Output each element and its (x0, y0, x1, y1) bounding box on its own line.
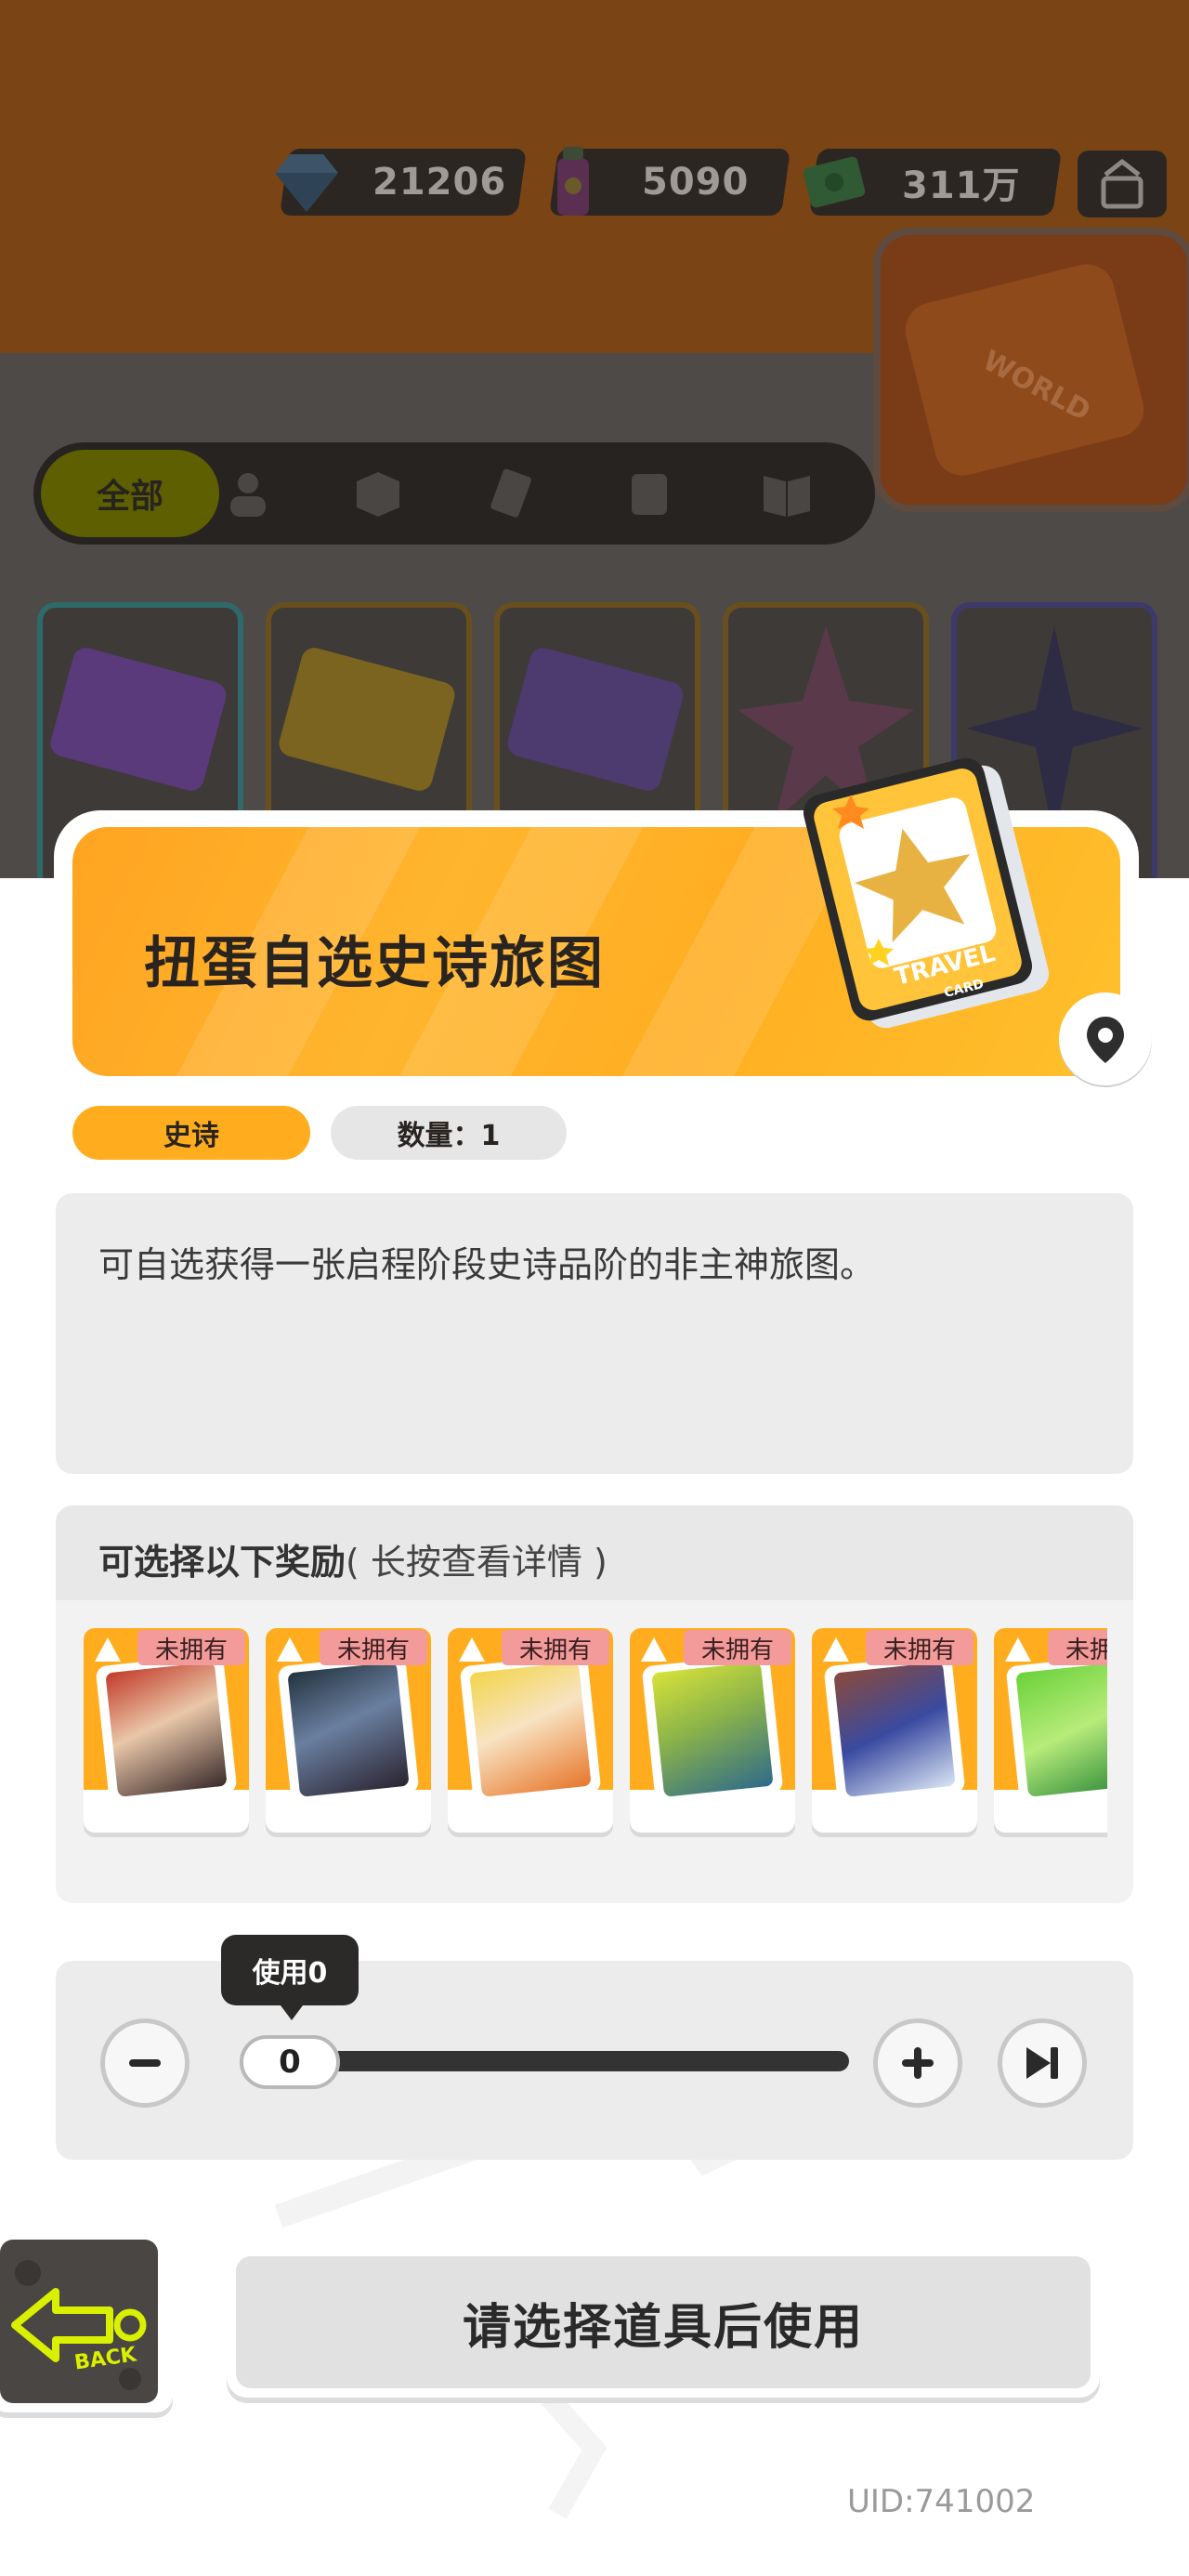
spray-count: 5090 (642, 161, 750, 204)
skip-to-end-icon (1026, 2047, 1058, 2079)
reward-card[interactable]: 未拥有 (448, 1628, 613, 1833)
reward-card[interactable]: 未拥有 (84, 1628, 249, 1833)
book-icon[interactable] (758, 465, 816, 522)
back-arrow-icon (11, 2260, 147, 2390)
plus-icon (902, 2047, 934, 2079)
not-owned-tag: 未拥有 (320, 1630, 427, 1665)
card-corner-icon (277, 1637, 303, 1662)
slider-tooltip: 使用0 (221, 1935, 359, 2020)
character-portrait (651, 1662, 774, 1797)
world-bag-icon[interactable]: WORLD (873, 228, 1189, 512)
card-icon[interactable] (483, 465, 541, 522)
card-corner-icon (1005, 1637, 1031, 1662)
currency-diamond[interactable]: 21206 (275, 149, 528, 216)
rarity-badge: 史诗 (72, 1106, 310, 1160)
reward-list: 未拥有 未拥有 未拥有 未拥有 未拥有 未拥 (84, 1628, 1107, 1851)
cash-count: 311万 (902, 164, 1021, 207)
reward-card[interactable]: 未拥有 (812, 1628, 977, 1833)
rewards-panel: 可选择以下奖励( 长按查看详情 ) 未拥有 未拥有 未拥有 未拥有 未拥有 未拥 (56, 1505, 1133, 1903)
card-corner-icon (641, 1637, 667, 1662)
rewards-title: 可选择以下奖励 (98, 1542, 346, 1583)
card-corner-icon (459, 1637, 485, 1662)
reward-card[interactable]: 未拥有 (994, 1628, 1107, 1833)
card-corner-icon (823, 1637, 849, 1662)
character-portrait (833, 1662, 956, 1797)
character-portrait (1015, 1662, 1107, 1797)
gift-box-icon (1101, 158, 1143, 209)
cash-icon (803, 156, 866, 208)
max-button[interactable] (998, 2018, 1087, 2108)
character-portrait (469, 1662, 592, 1797)
not-owned-tag: 未拥有 (502, 1630, 609, 1665)
tab-all[interactable]: 全部 (41, 450, 219, 537)
character-portrait (105, 1662, 228, 1797)
reward-card[interactable]: 未拥有 (266, 1628, 431, 1833)
not-owned-tag: 未拥有 (1048, 1630, 1107, 1665)
not-owned-tag: 未拥有 (866, 1630, 973, 1665)
rewards-hint: ( 长按查看详情 ) (346, 1542, 608, 1583)
travel-card-icon: TRAVEL CARD (786, 753, 1055, 1050)
back-button[interactable]: BACK (0, 2230, 173, 2412)
location-pin-icon (1087, 1017, 1124, 1063)
user-id: UID:741002 (847, 2483, 1036, 2520)
spray-can-icon (557, 147, 589, 216)
gift-box-button[interactable] (1078, 151, 1167, 217)
rewards-header: 可选择以下奖励( 长按查看详情 ) (56, 1505, 1133, 1600)
person-icon[interactable] (219, 465, 277, 522)
diamond-count: 21206 (372, 161, 507, 204)
character-portrait (287, 1662, 410, 1797)
currency-cash[interactable]: 311万 (803, 149, 1063, 216)
location-button[interactable] (1059, 992, 1152, 1085)
currency-spray[interactable]: 5090 (548, 147, 791, 216)
photo-card-icon[interactable] (621, 465, 678, 522)
reward-card[interactable]: 未拥有 (630, 1628, 795, 1833)
use-item-label: 请选择道具后使用 (236, 2256, 1091, 2388)
card-corner-icon (95, 1637, 121, 1662)
use-item-button[interactable]: 请选择道具后使用 (227, 2247, 1100, 2398)
item-description: 可自选获得一张启程阶段史诗品阶的非主神旅图。 (98, 1244, 876, 1285)
quantity-slider-handle[interactable]: 0 (240, 2035, 340, 2089)
minus-icon (129, 2059, 161, 2067)
quantity-slider-track[interactable] (269, 2051, 849, 2071)
quantity-badge: 数量：1 (331, 1106, 567, 1160)
item-title: 扭蛋自选史诗旅图 (144, 931, 605, 996)
description-panel: 可自选获得一张启程阶段史诗品阶的非主神旅图。 (56, 1193, 1133, 1474)
not-owned-tag: 未拥有 (684, 1630, 791, 1665)
not-owned-tag: 未拥有 (137, 1630, 245, 1665)
dimmed-background: 21206 5090 311万 WORLD 全部 (0, 0, 1189, 878)
category-tabbar: 全部 (33, 442, 875, 545)
increase-button[interactable] (873, 2018, 962, 2108)
box-icon[interactable] (349, 465, 407, 522)
diamond-icon (275, 154, 338, 212)
decrease-button[interactable] (100, 2018, 189, 2108)
